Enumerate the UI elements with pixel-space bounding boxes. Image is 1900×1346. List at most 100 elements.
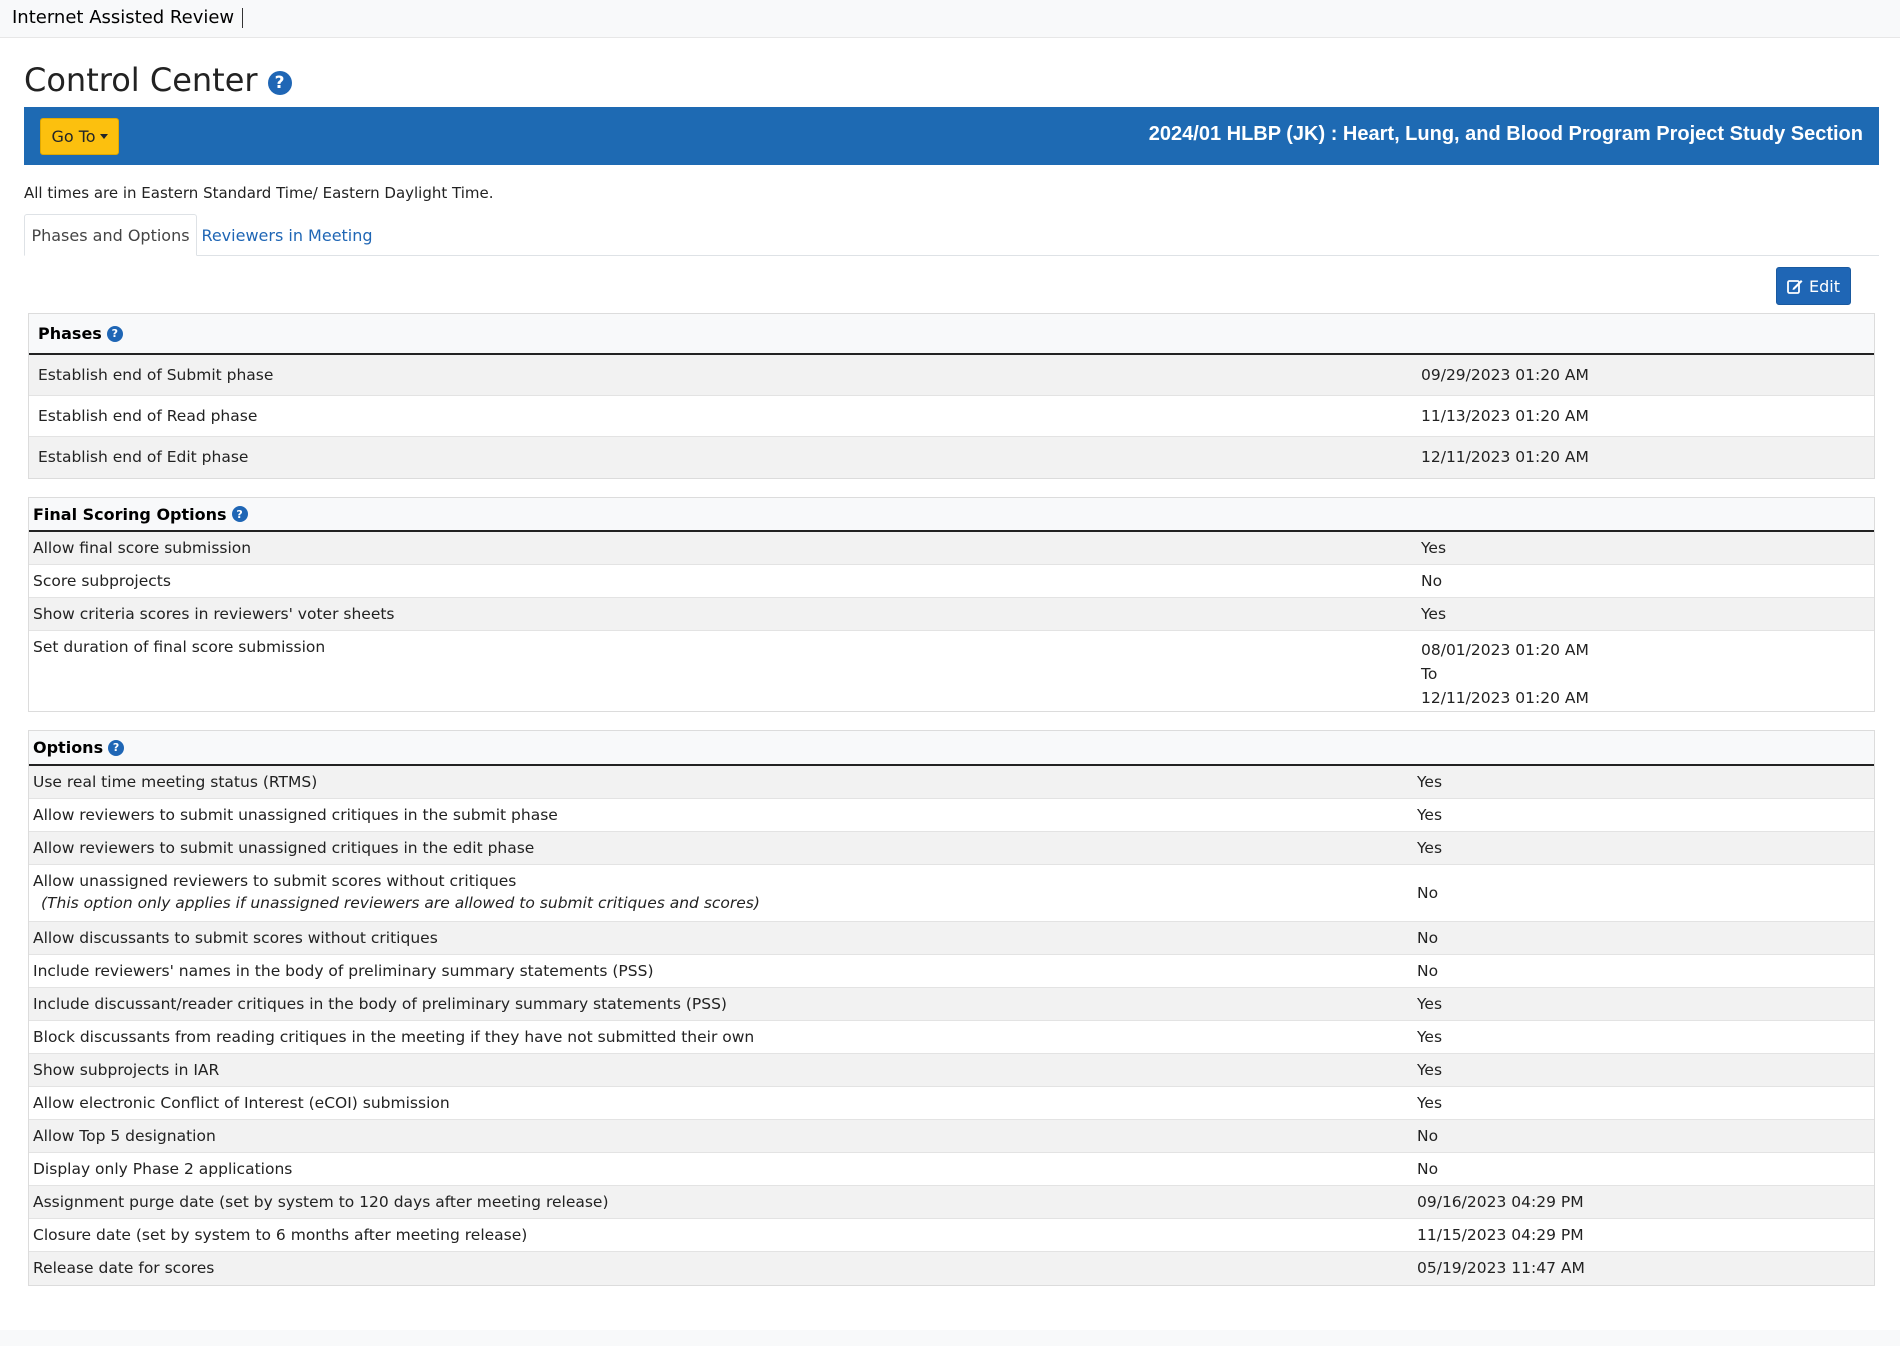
option-value: No [1417, 1127, 1439, 1145]
page-title-row: Control Center ? [24, 60, 292, 100]
help-icon[interactable]: ? [267, 71, 292, 95]
table-row: Allow unassigned reviewers to submit sco… [29, 865, 1874, 922]
edit-label: Edit [1809, 276, 1840, 296]
option-value: Yes [1421, 539, 1447, 557]
option-label: Allow final score submission [33, 539, 252, 557]
brand-name[interactable]: Internet Assisted Review [12, 8, 244, 28]
option-note: (This option only applies if unassigned … [41, 894, 760, 912]
help-icon[interactable]: ? [231, 506, 248, 522]
edit-icon [1787, 280, 1803, 294]
option-label-with-note: Allow unassigned reviewers to submit sco… [33, 872, 760, 912]
timezone-note: All times are in Eastern Standard Time/ … [24, 184, 494, 202]
tab-phases-and-options[interactable]: Phases and Options [24, 214, 197, 256]
table-row: Display only Phase 2 applications No [29, 1153, 1874, 1186]
option-label: Show subprojects in IAR [33, 1061, 220, 1079]
table-row: Block discussants from reading critiques… [29, 1021, 1874, 1054]
phases-panel: Phases ? Establish end of Submit phase 0… [28, 313, 1875, 479]
go-to-label: Go To [51, 127, 96, 146]
option-label: Allow unassigned reviewers to submit sco… [33, 872, 517, 890]
help-icon[interactable]: ? [106, 325, 123, 342]
table-row: Use real time meeting status (RTMS) Yes [29, 766, 1874, 799]
tab-bar: Phases and Options Reviewers in Meeting [24, 214, 1879, 256]
option-label: Closure date (set by system to 6 months … [33, 1226, 528, 1244]
option-label: Score subprojects [33, 572, 171, 590]
option-value: Yes [1417, 995, 1443, 1013]
phase-value: 12/11/2023 01:20 AM [1421, 448, 1589, 466]
duration-start: 08/01/2023 01:20 AM [1421, 641, 1589, 659]
duration-end: 12/11/2023 01:20 AM [1421, 689, 1589, 707]
table-row: Establish end of Submit phase 09/29/2023… [29, 355, 1874, 396]
option-value: 11/15/2023 04:29 PM [1417, 1226, 1584, 1244]
table-row: Allow final score submission Yes [29, 532, 1874, 565]
option-value: 05/19/2023 11:47 AM [1417, 1259, 1585, 1277]
option-value: Yes [1421, 605, 1447, 623]
edit-button[interactable]: Edit [1776, 267, 1851, 305]
final-scoring-panel: Final Scoring Options ? Allow final scor… [28, 497, 1875, 712]
footer-strip [0, 1330, 1900, 1346]
option-value: Yes [1417, 773, 1443, 791]
table-row: Score subprojects No [29, 565, 1874, 598]
page-title: Control Center [24, 61, 258, 99]
table-row: Closure date (set by system to 6 months … [29, 1219, 1874, 1252]
table-row: Allow electronic Conflict of Interest (e… [29, 1087, 1874, 1120]
duration-to: To [1421, 665, 1438, 683]
final-scoring-header-label: Final Scoring Options [33, 504, 227, 524]
phases-header: Phases ? [29, 314, 1874, 355]
option-value: Yes [1417, 1061, 1443, 1079]
table-row: Release date for scores 05/19/2023 11:47… [29, 1252, 1874, 1285]
option-label: Set duration of final score submission [33, 638, 326, 656]
option-label: Show criteria scores in reviewers' voter… [33, 605, 395, 623]
tab-reviewers-in-meeting[interactable]: Reviewers in Meeting [197, 214, 377, 256]
meeting-banner: Go To 2024/01 HLBP (JK) : Heart, Lung, a… [24, 107, 1879, 165]
option-value: Yes [1417, 806, 1443, 824]
options-header: Options ? [29, 731, 1874, 766]
caret-down-icon [99, 134, 108, 139]
duration-range: 08/01/2023 01:20 AM To 12/11/2023 01:20 … [1421, 638, 1589, 710]
option-value: No [1417, 884, 1439, 902]
phase-label: Establish end of Submit phase [38, 366, 274, 384]
final-scoring-header: Final Scoring Options ? [29, 498, 1874, 532]
table-row: Include discussant/reader critiques in t… [29, 988, 1874, 1021]
table-row: Allow Top 5 designation No [29, 1120, 1874, 1153]
table-row: Assignment purge date (set by system to … [29, 1186, 1874, 1219]
option-label: Allow electronic Conflict of Interest (e… [33, 1094, 450, 1112]
options-header-label: Options [33, 738, 104, 757]
phase-label: Establish end of Edit phase [38, 448, 249, 466]
option-label: Display only Phase 2 applications [33, 1160, 293, 1178]
option-value: Yes [1417, 839, 1443, 857]
option-value: No [1417, 962, 1439, 980]
option-label: Release date for scores [33, 1259, 215, 1277]
table-row: Allow reviewers to submit unassigned cri… [29, 832, 1874, 865]
options-panel: Options ? Use real time meeting status (… [28, 730, 1875, 1286]
phase-label: Establish end of Read phase [38, 407, 258, 425]
table-row: Set duration of final score submission 0… [29, 631, 1874, 711]
table-row: Allow reviewers to submit unassigned cri… [29, 799, 1874, 832]
option-value: Yes [1417, 1028, 1443, 1046]
option-label: Allow discussants to submit scores witho… [33, 929, 438, 947]
option-label: Assignment purge date (set by system to … [33, 1193, 609, 1211]
table-row: Include reviewers' names in the body of … [29, 955, 1874, 988]
option-label: Allow reviewers to submit unassigned cri… [33, 839, 535, 857]
option-label: Allow reviewers to submit unassigned cri… [33, 806, 558, 824]
option-value: 09/16/2023 04:29 PM [1417, 1193, 1584, 1211]
meeting-title: 2024/01 HLBP (JK) : Heart, Lung, and Blo… [1148, 123, 1863, 145]
go-to-dropdown-button[interactable]: Go To [40, 118, 119, 155]
option-label: Include discussant/reader critiques in t… [33, 995, 727, 1013]
table-row: Allow discussants to submit scores witho… [29, 922, 1874, 955]
option-label: Use real time meeting status (RTMS) [33, 773, 318, 791]
option-value: No [1417, 929, 1439, 947]
table-row: Show subprojects in IAR Yes [29, 1054, 1874, 1087]
option-label: Block discussants from reading critiques… [33, 1028, 755, 1046]
table-row: Establish end of Edit phase 12/11/2023 0… [29, 437, 1874, 478]
table-row: Show criteria scores in reviewers' voter… [29, 598, 1874, 631]
phase-value: 09/29/2023 01:20 AM [1421, 366, 1589, 384]
help-icon[interactable]: ? [108, 739, 125, 756]
option-value: No [1421, 572, 1443, 590]
option-label: Include reviewers' names in the body of … [33, 962, 654, 980]
phases-header-label: Phases [38, 324, 102, 343]
phase-value: 11/13/2023 01:20 AM [1421, 407, 1589, 425]
option-label: Allow Top 5 designation [33, 1127, 216, 1145]
table-row: Establish end of Read phase 11/13/2023 0… [29, 396, 1874, 437]
option-value: No [1417, 1160, 1439, 1178]
top-navbar: Internet Assisted Review [0, 0, 1900, 38]
